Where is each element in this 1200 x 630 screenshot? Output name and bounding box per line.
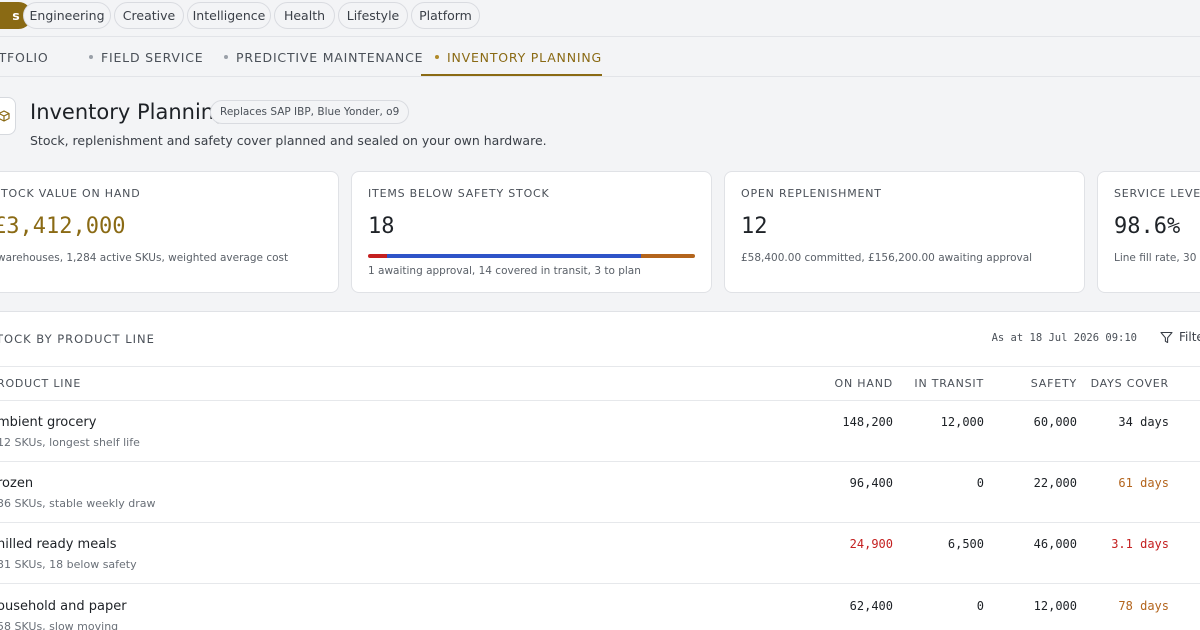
filter-icon [1160, 331, 1173, 343]
column-header-in-transit: IN TRANSIT [914, 377, 984, 390]
product-line-detail: 36 SKUs, stable weekly draw [0, 497, 156, 510]
panel-title: TOCK BY PRODUCT LINE [0, 332, 155, 346]
kpi-label: SERVICE LEVEL [1114, 187, 1200, 200]
stock-by-product-line-panel: TOCK BY PRODUCT LINE As at 18 Jul 2026 0… [0, 311, 1200, 630]
tab-portfolio[interactable]: RTFOLIO [0, 37, 49, 77]
on-hand-value: 62,400 [849, 599, 893, 613]
pill-intelligence[interactable]: Intelligence [187, 2, 271, 29]
kpi-note: 1 awaiting approval, 14 covered in trans… [368, 265, 641, 277]
breakdown-bar-segment [386, 254, 642, 258]
kpi-label: TOCK VALUE ON HAND [1, 187, 141, 200]
product-line-name: mbient grocery [0, 415, 97, 430]
kpi-note: warehouses, 1,284 active SKUs, weighted … [0, 252, 289, 264]
days-cover-value: 34 days [1118, 415, 1169, 429]
kpi-card-stock-value: TOCK VALUE ON HAND £3,412,000 warehouses… [0, 171, 339, 293]
breakdown-bar-segment [641, 254, 695, 258]
table-row[interactable]: ousehold and paper 58 SKUs, slow moving … [0, 585, 1200, 630]
page-subtitle: Stock, replenishment and safety cover pl… [30, 133, 547, 148]
days-cover-value: 3.1 days [1111, 537, 1169, 551]
kpi-card-below-safety: ITEMS BELOW SAFETY STOCK 18 1 awaiting a… [351, 171, 712, 293]
kpi-value: £3,412,000 [0, 214, 126, 239]
kpi-note: Line fill rate, 30 da [1114, 252, 1200, 264]
kpi-note: £58,400.00 committed, £156,200.00 awaiti… [741, 252, 1033, 264]
module-tab-bar: RTFOLIO FIELD SERVICE PREDICTIVE MAINTEN… [0, 37, 1200, 77]
box-icon [0, 97, 16, 135]
column-header-on-hand: ON HAND [834, 377, 893, 390]
safety-value: 22,000 [1033, 476, 1077, 490]
tab-predictive-maintenance-label: PREDICTIVE MAINTENANCE [236, 49, 424, 65]
product-line-name: hilled ready meals [0, 537, 117, 552]
safety-value: 12,000 [1033, 599, 1077, 613]
page-title: Inventory Planning [30, 100, 228, 124]
table-row[interactable]: mbient grocery 12 SKUs, longest shelf li… [0, 401, 1200, 462]
product-line-detail: 12 SKUs, longest shelf life [0, 436, 140, 449]
kpi-value: 12 [741, 214, 768, 239]
column-header-safety: SAFETY [1030, 377, 1077, 390]
tab-field-service[interactable]: FIELD SERVICE [89, 37, 203, 77]
box-icon-glyph [0, 110, 10, 122]
in-transit-value: 6,500 [947, 537, 984, 551]
as-at-timestamp: As at 18 Jul 2026 09:10 [991, 332, 1137, 344]
kpi-label: ITEMS BELOW SAFETY STOCK [368, 187, 550, 200]
tab-dot-icon [224, 55, 228, 59]
replaces-badge: Replaces SAP IBP, Blue Yonder, o9 [210, 100, 410, 124]
tab-field-service-label: FIELD SERVICE [101, 49, 204, 65]
tab-predictive-maintenance[interactable]: PREDICTIVE MAINTENANCE [224, 37, 423, 77]
filter-label: Filte [1179, 330, 1200, 344]
table-row[interactable]: rozen 36 SKUs, stable weekly draw 96,400… [0, 462, 1200, 523]
on-hand-value: 148,200 [842, 415, 893, 429]
divider [0, 366, 1200, 367]
filter-button[interactable]: Filte [1160, 330, 1200, 344]
product-line-detail: 31 SKUs, 18 below safety [0, 558, 137, 571]
below-safety-breakdown-bar [368, 254, 695, 258]
in-transit-value: 0 [976, 599, 984, 613]
tab-dot-icon [435, 55, 439, 59]
tab-inventory-planning[interactable]: INVENTORY PLANNING [435, 37, 602, 77]
table-row[interactable]: hilled ready meals 31 SKUs, 18 below saf… [0, 523, 1200, 584]
pill-engineering[interactable]: Engineering [23, 2, 111, 29]
kpi-card-service-level: SERVICE LEVEL 98.6% Line fill rate, 30 d… [1097, 171, 1200, 293]
breakdown-bar-segment [368, 254, 387, 258]
on-hand-value: 96,400 [849, 476, 893, 490]
safety-value: 46,000 [1033, 537, 1077, 551]
days-cover-value: 78 days [1118, 599, 1169, 613]
pill-creative[interactable]: Creative [114, 2, 184, 29]
active-tab-indicator [421, 74, 602, 76]
column-header-product-line: RODUCT LINE [0, 377, 82, 390]
tab-portfolio-label: RTFOLIO [0, 49, 49, 65]
product-line-detail: 58 SKUs, slow moving [0, 620, 119, 630]
days-cover-value: 61 days [1118, 476, 1169, 490]
tab-inventory-planning-label: INVENTORY PLANNING [447, 49, 602, 65]
product-line-name: ousehold and paper [0, 599, 127, 614]
safety-value: 60,000 [1033, 415, 1077, 429]
kpi-value: 98.6% [1114, 214, 1181, 239]
kpi-label: OPEN REPLENISHMENT [741, 187, 882, 200]
in-transit-value: 0 [976, 476, 984, 490]
kpi-card-open-replenishment: OPEN REPLENISHMENT 12 £58,400.00 committ… [724, 171, 1085, 293]
pill-platform[interactable]: Platform [411, 2, 480, 29]
on-hand-value: 24,900 [849, 537, 893, 551]
pill-health[interactable]: Health [274, 2, 335, 29]
pill-lifestyle[interactable]: Lifestyle [338, 2, 408, 29]
kpi-value: 18 [368, 214, 395, 239]
column-header-days-cover: DAYS COVER [1090, 377, 1169, 390]
product-line-name: rozen [0, 476, 34, 491]
category-pill-bar: s Engineering Creative Intelligence Heal… [0, 0, 1200, 37]
tab-dot-icon [89, 55, 93, 59]
in-transit-value: 12,000 [940, 415, 984, 429]
